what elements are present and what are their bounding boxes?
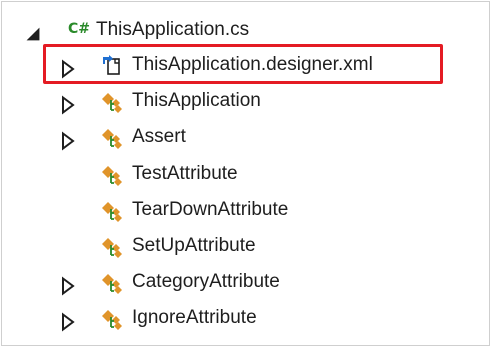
tree-item-label: IgnoreAttribute: [132, 307, 257, 328]
expanded-triangle-icon[interactable]: [24, 24, 42, 44]
tree-item-thisapplication[interactable]: ThisApplication: [2, 83, 489, 119]
class-icon: [102, 310, 122, 330]
root-file-label: ThisApplication.cs: [96, 19, 250, 40]
tree-item-label: Assert: [132, 126, 186, 147]
class-icon: [102, 166, 122, 186]
collapsed-triangle-icon[interactable]: [59, 312, 77, 332]
tree-item-label: TearDownAttribute: [132, 199, 289, 220]
tree-item-setupattribute[interactable]: SetUpAttribute: [2, 228, 489, 264]
class-icon: [102, 274, 122, 294]
class-icon: [102, 93, 122, 113]
tree-item-testattribute[interactable]: TestAttribute: [2, 156, 489, 192]
tree-item-ignoreattribute[interactable]: IgnoreAttribute: [2, 300, 489, 336]
tree-item-label: CategoryAttribute: [132, 271, 280, 292]
tree-item-label: ThisApplication: [132, 90, 261, 111]
collapsed-triangle-icon[interactable]: [59, 276, 77, 296]
solution-explorer-panel: C# ThisApplication.cs ThisApplication.de…: [1, 1, 490, 346]
tree-item-teardownattribute[interactable]: TearDownAttribute: [2, 192, 489, 228]
tree-item-label: SetUpAttribute: [132, 235, 256, 256]
class-icon: [102, 238, 122, 258]
highlight-box: [43, 44, 443, 84]
collapsed-triangle-icon[interactable]: [59, 131, 77, 151]
tree-item-assert[interactable]: Assert: [2, 119, 489, 155]
tree-root-row[interactable]: C# ThisApplication.cs: [2, 12, 489, 48]
tree-item-label: TestAttribute: [132, 163, 238, 184]
class-icon: [102, 202, 122, 222]
class-icon: [102, 129, 122, 149]
collapsed-triangle-icon[interactable]: [59, 95, 77, 115]
csharp-file-icon: C#: [68, 21, 91, 37]
tree-item-categoryattribute[interactable]: CategoryAttribute: [2, 264, 489, 300]
